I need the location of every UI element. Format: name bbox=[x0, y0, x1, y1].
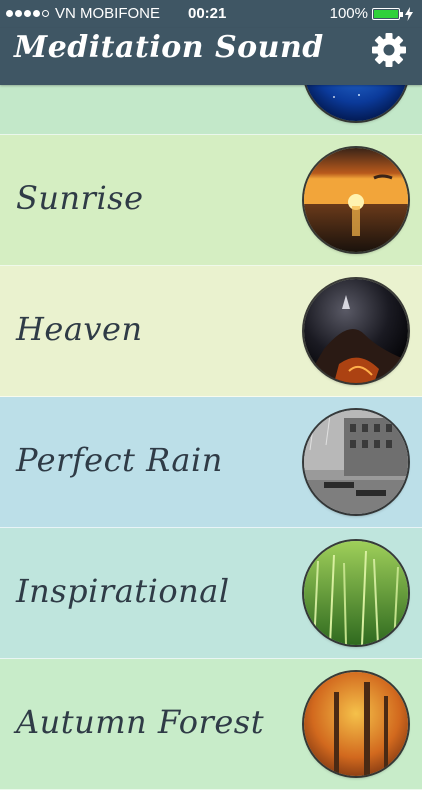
signal-dot bbox=[33, 10, 40, 17]
app-title: Meditation Sound bbox=[14, 30, 324, 65]
sound-row-perfect-rain[interactable]: Perfect Rain bbox=[0, 397, 422, 528]
signal-strength-icon bbox=[6, 10, 49, 17]
status-time: 00:21 bbox=[188, 5, 227, 22]
status-right: 100% bbox=[330, 5, 414, 22]
gear-icon bbox=[372, 33, 406, 67]
sunrise-ocean-image bbox=[304, 148, 408, 252]
charging-bolt-icon bbox=[405, 6, 413, 21]
app-header: Meditation Sound bbox=[0, 28, 422, 85]
sound-row-sunrise[interactable]: Sunrise bbox=[0, 135, 422, 266]
sound-row-inspirational[interactable]: Inspirational bbox=[0, 528, 422, 659]
carrier-name: VN MOBIFONE bbox=[55, 5, 161, 22]
signal-dot bbox=[6, 10, 13, 17]
sound-row-heaven[interactable]: Heaven bbox=[0, 266, 422, 397]
signal-dot-empty bbox=[42, 10, 49, 17]
signal-dot bbox=[15, 10, 22, 17]
autumn-forest-image bbox=[304, 672, 408, 776]
sound-row-label: Inspirational bbox=[16, 572, 230, 610]
wheat-field-image bbox=[304, 541, 408, 645]
rainy-street-image bbox=[304, 410, 408, 514]
signal-dot bbox=[24, 10, 31, 17]
settings-button[interactable] bbox=[367, 28, 411, 72]
battery-percent: 100% bbox=[329, 5, 368, 22]
battery-fill bbox=[374, 9, 398, 18]
sound-row-autumn-forest[interactable]: Autumn Forest bbox=[0, 659, 422, 790]
status-left: VN MOBIFONE bbox=[6, 5, 160, 22]
sound-row-label: Perfect Rain bbox=[16, 441, 223, 479]
heaven-dark-image bbox=[304, 279, 408, 383]
sound-row-label: Sunrise bbox=[16, 179, 144, 217]
sound-row-label: Heaven bbox=[16, 310, 143, 348]
status-bar: VN MOBIFONE 00:21 100% bbox=[0, 0, 422, 28]
sound-row-label: Autumn Forest bbox=[16, 703, 265, 741]
battery-icon bbox=[372, 7, 403, 20]
